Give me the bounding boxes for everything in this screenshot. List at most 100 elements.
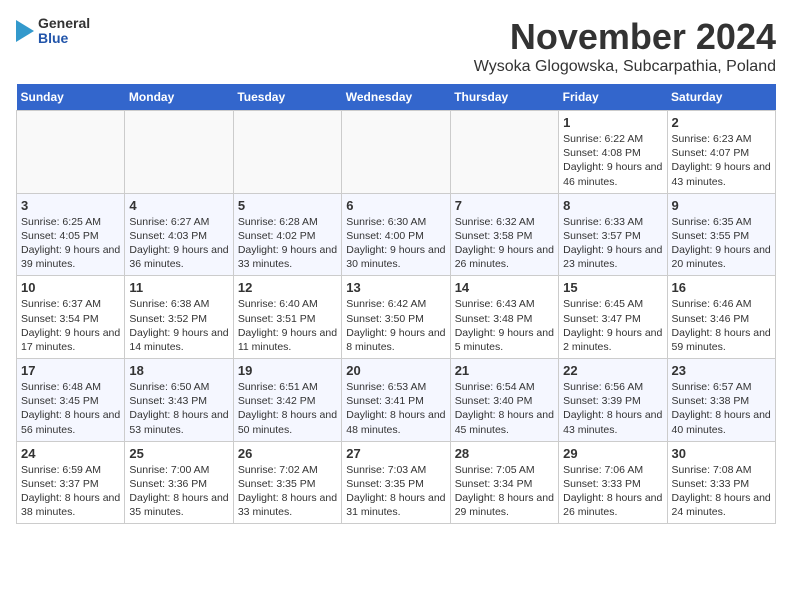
day-number: 12 [238,280,337,295]
calendar-cell: 7 Sunrise: 6:32 AM Sunset: 3:58 PM Daylig… [450,193,558,276]
day-detail: Sunrise: 6:37 AM Sunset: 3:54 PM Dayligh… [21,297,120,354]
day-number: 5 [238,198,337,213]
weekday-header-friday: Friday [559,84,667,111]
day-number: 18 [129,363,228,378]
day-detail: Sunrise: 6:40 AM Sunset: 3:51 PM Dayligh… [238,297,337,354]
day-detail: Sunrise: 6:50 AM Sunset: 3:43 PM Dayligh… [129,380,228,437]
day-detail: Sunrise: 6:23 AM Sunset: 4:07 PM Dayligh… [672,132,771,189]
day-number: 4 [129,198,228,213]
calendar-cell: 3 Sunrise: 6:25 AM Sunset: 4:05 PM Daylig… [17,193,125,276]
day-detail: Sunrise: 6:32 AM Sunset: 3:58 PM Dayligh… [455,215,554,272]
calendar-cell: 11 Sunrise: 6:38 AM Sunset: 3:52 PM Dayli… [125,276,233,359]
calendar-week-row: 24 Sunrise: 6:59 AM Sunset: 3:37 PM Dayli… [17,441,776,524]
calendar-cell: 19 Sunrise: 6:51 AM Sunset: 3:42 PM Dayli… [233,359,341,442]
day-number: 9 [672,198,771,213]
calendar-cell: 5 Sunrise: 6:28 AM Sunset: 4:02 PM Daylig… [233,193,341,276]
day-number: 24 [21,446,120,461]
day-detail: Sunrise: 7:03 AM Sunset: 3:35 PM Dayligh… [346,463,445,520]
calendar-cell: 16Sunrise: 6:46 AM Sunset: 3:46 PM Dayli… [667,276,775,359]
day-number: 7 [455,198,554,213]
weekday-header-row: SundayMondayTuesdayWednesdayThursdayFrid… [17,84,776,111]
calendar-cell [233,111,341,194]
calendar-cell: 9 Sunrise: 6:35 AM Sunset: 3:55 PM Daylig… [667,193,775,276]
day-number: 19 [238,363,337,378]
header: General Blue November 2024 Wysoka Glogow… [16,16,776,76]
logo: General Blue [16,16,90,47]
calendar-cell: 24 Sunrise: 6:59 AM Sunset: 3:37 PM Dayli… [17,441,125,524]
weekday-header-wednesday: Wednesday [342,84,450,111]
calendar-cell: 13Sunrise: 6:42 AM Sunset: 3:50 PM Dayli… [342,276,450,359]
day-number: 20 [346,363,445,378]
day-number: 28 [455,446,554,461]
day-detail: Sunrise: 7:08 AM Sunset: 3:33 PM Dayligh… [672,463,771,520]
day-detail: Sunrise: 6:27 AM Sunset: 4:03 PM Dayligh… [129,215,228,272]
day-number: 2 [672,115,771,130]
day-number: 14 [455,280,554,295]
day-detail: Sunrise: 7:05 AM Sunset: 3:34 PM Dayligh… [455,463,554,520]
calendar-cell: 17 Sunrise: 6:48 AM Sunset: 3:45 PM Dayli… [17,359,125,442]
calendar-cell [125,111,233,194]
day-detail: Sunrise: 6:53 AM Sunset: 3:41 PM Dayligh… [346,380,445,437]
weekday-header-sunday: Sunday [17,84,125,111]
calendar-cell: 26 Sunrise: 7:02 AM Sunset: 3:35 PM Dayli… [233,441,341,524]
calendar-cell: 12 Sunrise: 6:40 AM Sunset: 3:51 PM Dayli… [233,276,341,359]
day-detail: Sunrise: 6:22 AM Sunset: 4:08 PM Dayligh… [563,132,662,189]
day-detail: Sunrise: 6:59 AM Sunset: 3:37 PM Dayligh… [21,463,120,520]
day-detail: Sunrise: 6:45 AM Sunset: 3:47 PM Dayligh… [563,297,662,354]
calendar-cell: 2 Sunrise: 6:23 AM Sunset: 4:07 PM Daylig… [667,111,775,194]
day-number: 26 [238,446,337,461]
calendar-cell: 15 Sunrise: 6:45 AM Sunset: 3:47 PM Dayli… [559,276,667,359]
calendar-cell: 8 Sunrise: 6:33 AM Sunset: 3:57 PM Daylig… [559,193,667,276]
day-number: 10 [21,280,120,295]
day-detail: Sunrise: 6:56 AM Sunset: 3:39 PM Dayligh… [563,380,662,437]
day-detail: Sunrise: 6:38 AM Sunset: 3:52 PM Dayligh… [129,297,228,354]
calendar-cell: 30Sunrise: 7:08 AM Sunset: 3:33 PM Dayli… [667,441,775,524]
day-number: 22 [563,363,662,378]
calendar-cell [450,111,558,194]
day-detail: Sunrise: 6:25 AM Sunset: 4:05 PM Dayligh… [21,215,120,272]
day-detail: Sunrise: 6:30 AM Sunset: 4:00 PM Dayligh… [346,215,445,272]
day-number: 15 [563,280,662,295]
logo-blue: Blue [38,31,90,46]
calendar-cell: 10 Sunrise: 6:37 AM Sunset: 3:54 PM Dayli… [17,276,125,359]
logo-icon [16,20,34,42]
day-detail: Sunrise: 6:46 AM Sunset: 3:46 PM Dayligh… [672,297,771,354]
calendar-cell: 29Sunrise: 7:06 AM Sunset: 3:33 PM Dayli… [559,441,667,524]
day-detail: Sunrise: 6:48 AM Sunset: 3:45 PM Dayligh… [21,380,120,437]
day-detail: Sunrise: 6:54 AM Sunset: 3:40 PM Dayligh… [455,380,554,437]
day-detail: Sunrise: 7:00 AM Sunset: 3:36 PM Dayligh… [129,463,228,520]
calendar-cell: 6Sunrise: 6:30 AM Sunset: 4:00 PM Daylig… [342,193,450,276]
day-detail: Sunrise: 6:57 AM Sunset: 3:38 PM Dayligh… [672,380,771,437]
day-detail: Sunrise: 6:28 AM Sunset: 4:02 PM Dayligh… [238,215,337,272]
day-number: 29 [563,446,662,461]
logo-general: General [38,16,90,31]
location-title: Wysoka Glogowska, Subcarpathia, Poland [474,58,776,76]
calendar-cell: 22 Sunrise: 6:56 AM Sunset: 3:39 PM Dayli… [559,359,667,442]
calendar-cell [17,111,125,194]
calendar-cell: 25Sunrise: 7:00 AM Sunset: 3:36 PM Dayli… [125,441,233,524]
day-number: 21 [455,363,554,378]
calendar-cell [342,111,450,194]
day-number: 23 [672,363,771,378]
calendar-week-row: 1 Sunrise: 6:22 AM Sunset: 4:08 PM Daylig… [17,111,776,194]
day-detail: Sunrise: 6:33 AM Sunset: 3:57 PM Dayligh… [563,215,662,272]
calendar-cell: 4 Sunrise: 6:27 AM Sunset: 4:03 PM Daylig… [125,193,233,276]
title-area: November 2024 Wysoka Glogowska, Subcarpa… [474,16,776,76]
day-number: 1 [563,115,662,130]
calendar-cell: 27Sunrise: 7:03 AM Sunset: 3:35 PM Dayli… [342,441,450,524]
calendar-cell: 1 Sunrise: 6:22 AM Sunset: 4:08 PM Daylig… [559,111,667,194]
day-number: 17 [21,363,120,378]
day-number: 3 [21,198,120,213]
day-number: 8 [563,198,662,213]
day-detail: Sunrise: 6:42 AM Sunset: 3:50 PM Dayligh… [346,297,445,354]
logo-text: General Blue [38,16,90,47]
day-detail: Sunrise: 6:35 AM Sunset: 3:55 PM Dayligh… [672,215,771,272]
calendar-cell: 21 Sunrise: 6:54 AM Sunset: 3:40 PM Dayli… [450,359,558,442]
weekday-header-monday: Monday [125,84,233,111]
calendar-cell: 28 Sunrise: 7:05 AM Sunset: 3:34 PM Dayli… [450,441,558,524]
day-detail: Sunrise: 7:02 AM Sunset: 3:35 PM Dayligh… [238,463,337,520]
day-number: 11 [129,280,228,295]
calendar-week-row: 10 Sunrise: 6:37 AM Sunset: 3:54 PM Dayli… [17,276,776,359]
calendar-week-row: 17 Sunrise: 6:48 AM Sunset: 3:45 PM Dayli… [17,359,776,442]
day-detail: Sunrise: 6:51 AM Sunset: 3:42 PM Dayligh… [238,380,337,437]
